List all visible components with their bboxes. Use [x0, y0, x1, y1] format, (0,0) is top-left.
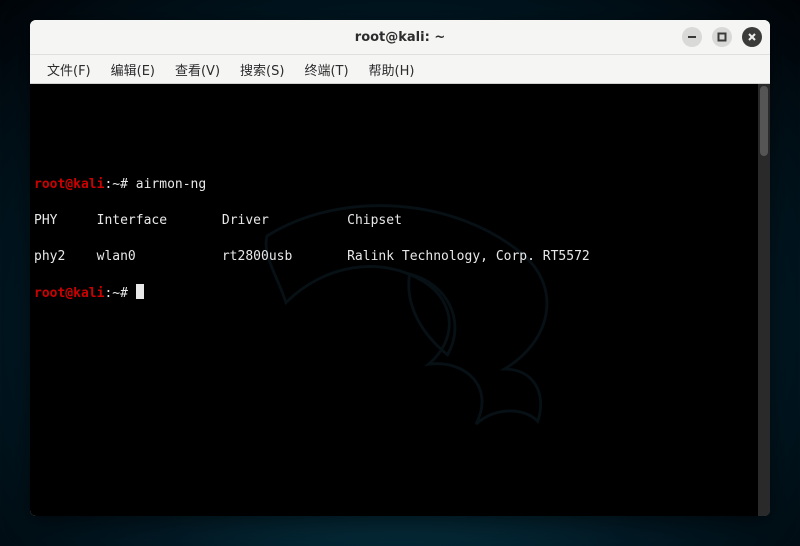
window-controls — [682, 20, 762, 54]
menubar: 文件(F) 编辑(E) 查看(V) 搜索(S) 终端(T) 帮助(H) — [30, 55, 770, 84]
prompt-user: root@kali — [34, 177, 104, 192]
scrollbar-thumb[interactable] — [760, 86, 768, 156]
prompt-user-2: root@kali — [34, 286, 104, 301]
menu-help[interactable]: 帮助(H) — [360, 57, 424, 82]
col-driver: Driver — [222, 213, 269, 228]
window-title: root@kali: ~ — [355, 30, 445, 45]
cursor — [136, 284, 144, 299]
menu-search[interactable]: 搜索(S) — [231, 57, 293, 82]
terminal-output: root@kali:~# airmon-ng PHY Interface Dri… — [34, 158, 766, 303]
menu-edit[interactable]: 编辑(E) — [102, 57, 164, 82]
titlebar[interactable]: root@kali: ~ — [30, 20, 770, 55]
row-iface: wlan0 — [97, 249, 136, 264]
row-driver: rt2800usb — [222, 249, 292, 264]
close-button[interactable] — [742, 27, 762, 47]
maximize-button[interactable] — [712, 27, 732, 47]
prompt-path-2: ~ — [112, 286, 120, 301]
command-text: airmon-ng — [136, 177, 206, 192]
prompt-symbol-2: # — [120, 286, 128, 301]
terminal-area[interactable]: root@kali:~# airmon-ng PHY Interface Dri… — [30, 84, 770, 516]
col-phy: PHY — [34, 213, 57, 228]
maximize-icon — [717, 32, 727, 42]
menu-view[interactable]: 查看(V) — [166, 57, 229, 82]
prompt-path: ~ — [112, 177, 120, 192]
terminal-scrollbar[interactable] — [758, 84, 770, 516]
menu-terminal[interactable]: 终端(T) — [295, 57, 357, 82]
close-icon — [747, 32, 757, 42]
prompt-symbol: # — [120, 177, 128, 192]
minimize-button[interactable] — [682, 27, 702, 47]
col-chipset: Chipset — [347, 213, 402, 228]
minimize-icon — [687, 32, 697, 42]
terminal-window: root@kali: ~ 文件(F) 编辑(E) 查看(V) 搜索(S) 终端(… — [30, 20, 770, 516]
desktop-background: root@kali: ~ 文件(F) 编辑(E) 查看(V) 搜索(S) 终端(… — [0, 0, 800, 546]
col-iface: Interface — [97, 213, 167, 228]
menu-file[interactable]: 文件(F) — [38, 57, 100, 82]
row-chipset: Ralink Technology, Corp. RT5572 — [347, 249, 590, 264]
row-phy: phy2 — [34, 249, 65, 264]
